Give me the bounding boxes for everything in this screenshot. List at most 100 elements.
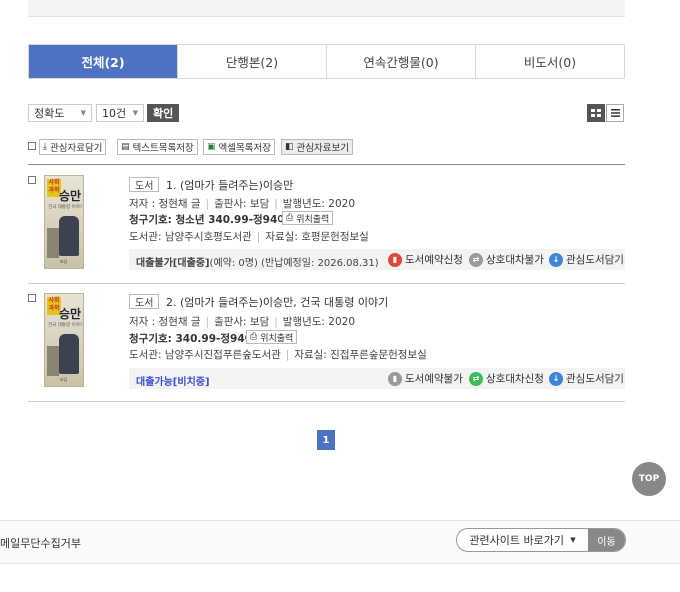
call-number-label: 청구기호: [129,214,172,226]
download-icon: ↓ [549,252,563,267]
wishlist-label: 관심도서담기 [566,254,624,266]
confirm-button[interactable]: 확인 [147,104,180,122]
cover-illustration [47,346,59,376]
pub-year: 발행년도: 2020 [282,316,356,328]
result-tabs: 전체(2) 단행본(2) 연속간행물(0) 비도서(0) [28,44,625,79]
print-location-button[interactable]: ⎙ 위치출력 [282,211,334,225]
loan-status-label: 대출불가[대출중] [136,258,210,269]
reserve-button[interactable]: ▮ 도서예약신청 [388,252,463,267]
location-row: 도서관: 남양주시진접푸른숲도서관 | 자료실: 진접푸른숲문헌정보실 [129,349,427,361]
type-badge: 도서 [129,177,160,192]
result-meta: 저자 : 정현채 글 | 출판사: 보담 | 발행년도: 2020 [129,316,356,328]
tab-serials[interactable]: 연속간행물(0) [326,45,475,78]
reading-room: 자료실: 진접푸른숲문헌정보실 [294,349,427,361]
reserve-button[interactable]: ▮ 도서예약불가 [388,371,463,386]
reading-room: 자료실: 호평문헌정보실 [265,231,369,243]
related-sites-label: 관련사이트 바로가기 ▼ [457,529,588,551]
reserve-icon: ▮ [388,371,402,386]
loan-status-detail: (예약: 0명) (반납예정일: 2026.08.31) [209,258,379,269]
document-icon: ▤ [121,142,130,152]
call-number: 340.99-정94이 [175,333,255,345]
download-icon: ⤓ [43,142,47,152]
grid-view-button[interactable] [587,104,605,122]
result-checkbox[interactable] [28,176,36,184]
related-sites-select[interactable]: 관련사이트 바로가기 ▼ 이동 [456,528,626,552]
author: 저자 : 정현채 글 [129,198,201,210]
printer-icon: ⎙ [250,332,258,342]
cover-title: 승만 [59,189,82,203]
add-to-cart-button[interactable]: ⤓ 관심자료담기 [39,139,107,155]
reserve-label: 도서예약불가 [405,373,463,385]
excel-save-button[interactable]: ▣ 엑셀목록저장 [203,139,275,155]
cover-figure [59,216,79,256]
publisher: 출판사: 보담 [214,198,270,210]
list-view-icon [610,109,620,117]
result-title-link[interactable]: 2. (엄마가 들려주는)이승만, 건국 대통령 이야기 [166,294,388,310]
pub-year: 발행년도: 2020 [282,198,356,210]
cover-title: 승만 [59,307,82,321]
call-number: 청소년 340.99-정94이 [175,214,287,226]
sort-value: 정확도 [34,107,65,120]
text-save-button[interactable]: ▤ 텍스트목록저장 [117,139,198,155]
book-cover[interactable]: 사회 과학 승만 건국 대통령 이야기 보담 [44,175,84,269]
result-checkbox[interactable] [28,294,36,302]
footer-email-policy-link[interactable]: 메일무단수집거부 [0,535,81,551]
cover-subtitle: 건국 대통령 이야기 [48,205,84,210]
book-cover[interactable]: 사회 과학 승만 건국 대통령 이야기 보담 [44,293,84,387]
loan-status: 대출가능[비치중] [136,373,210,388]
author: 저자 : 정현채 글 [129,316,201,328]
sort-select[interactable]: 정확도 ▼ [28,104,92,122]
add-to-cart-label: 관심자료담기 [49,143,103,154]
call-number-row: 청구기호: 340.99-정94이 [129,331,254,346]
add-wishlist-button[interactable]: ↓ 관심도서담기 [549,252,624,267]
result-divider [28,283,625,284]
scroll-top-button[interactable]: TOP [632,462,666,496]
print-location-label: 위치출력 [296,214,330,225]
view-interest-label: 관심자료보기 [296,143,349,154]
call-number-label: 청구기호: [129,333,172,345]
per-page-value: 10건 [102,107,127,120]
go-button[interactable]: 이동 [588,529,625,551]
print-location-button[interactable]: ⎙ 위치출력 [246,330,298,344]
chevron-down-icon: ▼ [132,109,138,117]
result-divider [28,401,625,402]
wishlist-label: 관심도서담기 [566,373,624,385]
type-badge: 도서 [129,294,160,309]
per-page-select[interactable]: 10건 ▼ [96,104,144,122]
exchange-icon: ⇄ [469,252,483,267]
printer-icon: ⎙ [286,213,294,223]
ill-label: 상호대차신청 [486,373,544,385]
cover-publisher: 보담 [60,259,68,264]
related-sites-text: 관련사이트 바로가기 [469,534,564,547]
grid-view-icon [591,108,601,117]
chevron-down-icon: ▼ [80,109,86,117]
select-all-checkbox[interactable] [28,142,36,150]
bookmark-icon: ◧ [285,142,294,152]
print-location-label: 위치출력 [260,333,294,344]
interlibrary-loan-button[interactable]: ⇄ 상호대차불가 [469,252,544,267]
page-button-current[interactable]: 1 [317,430,335,450]
excel-save-label: 엑셀목록저장 [218,143,271,154]
publisher: 출판사: 보담 [214,316,270,328]
location-row: 도서관: 남양주시호평도서관 | 자료실: 호평문헌정보실 [129,231,369,243]
cover-figure [59,334,79,374]
result-title-link[interactable]: 1. (엄마가 들려주는)이승만 [166,177,293,193]
reserve-icon: ▮ [388,252,402,267]
add-wishlist-button[interactable]: ↓ 관심도서담기 [549,371,624,386]
tab-all[interactable]: 전체(2) [29,45,177,78]
library: 도서관: 남양주시진접푸른숲도서관 [129,349,281,361]
cover-subtitle: 건국 대통령 이야기 [48,323,84,328]
list-top-divider [28,164,625,165]
download-icon: ↓ [549,371,563,386]
library: 도서관: 남양주시호평도서관 [129,231,252,243]
view-interest-button[interactable]: ◧ 관심자료보기 [281,139,353,155]
tab-monographs[interactable]: 단행본(2) [177,45,326,78]
excel-icon: ▣ [207,142,216,152]
interlibrary-loan-button[interactable]: ⇄ 상호대차신청 [469,371,544,386]
text-save-label: 텍스트목록저장 [132,143,194,154]
reserve-label: 도서예약신청 [405,254,463,266]
tab-non-books[interactable]: 비도서(0) [475,45,624,78]
list-view-button[interactable] [606,104,624,122]
chevron-down-icon: ▼ [567,536,576,544]
loan-status: 대출불가[대출중](예약: 0명) (반납예정일: 2026.08.31) [136,254,379,269]
